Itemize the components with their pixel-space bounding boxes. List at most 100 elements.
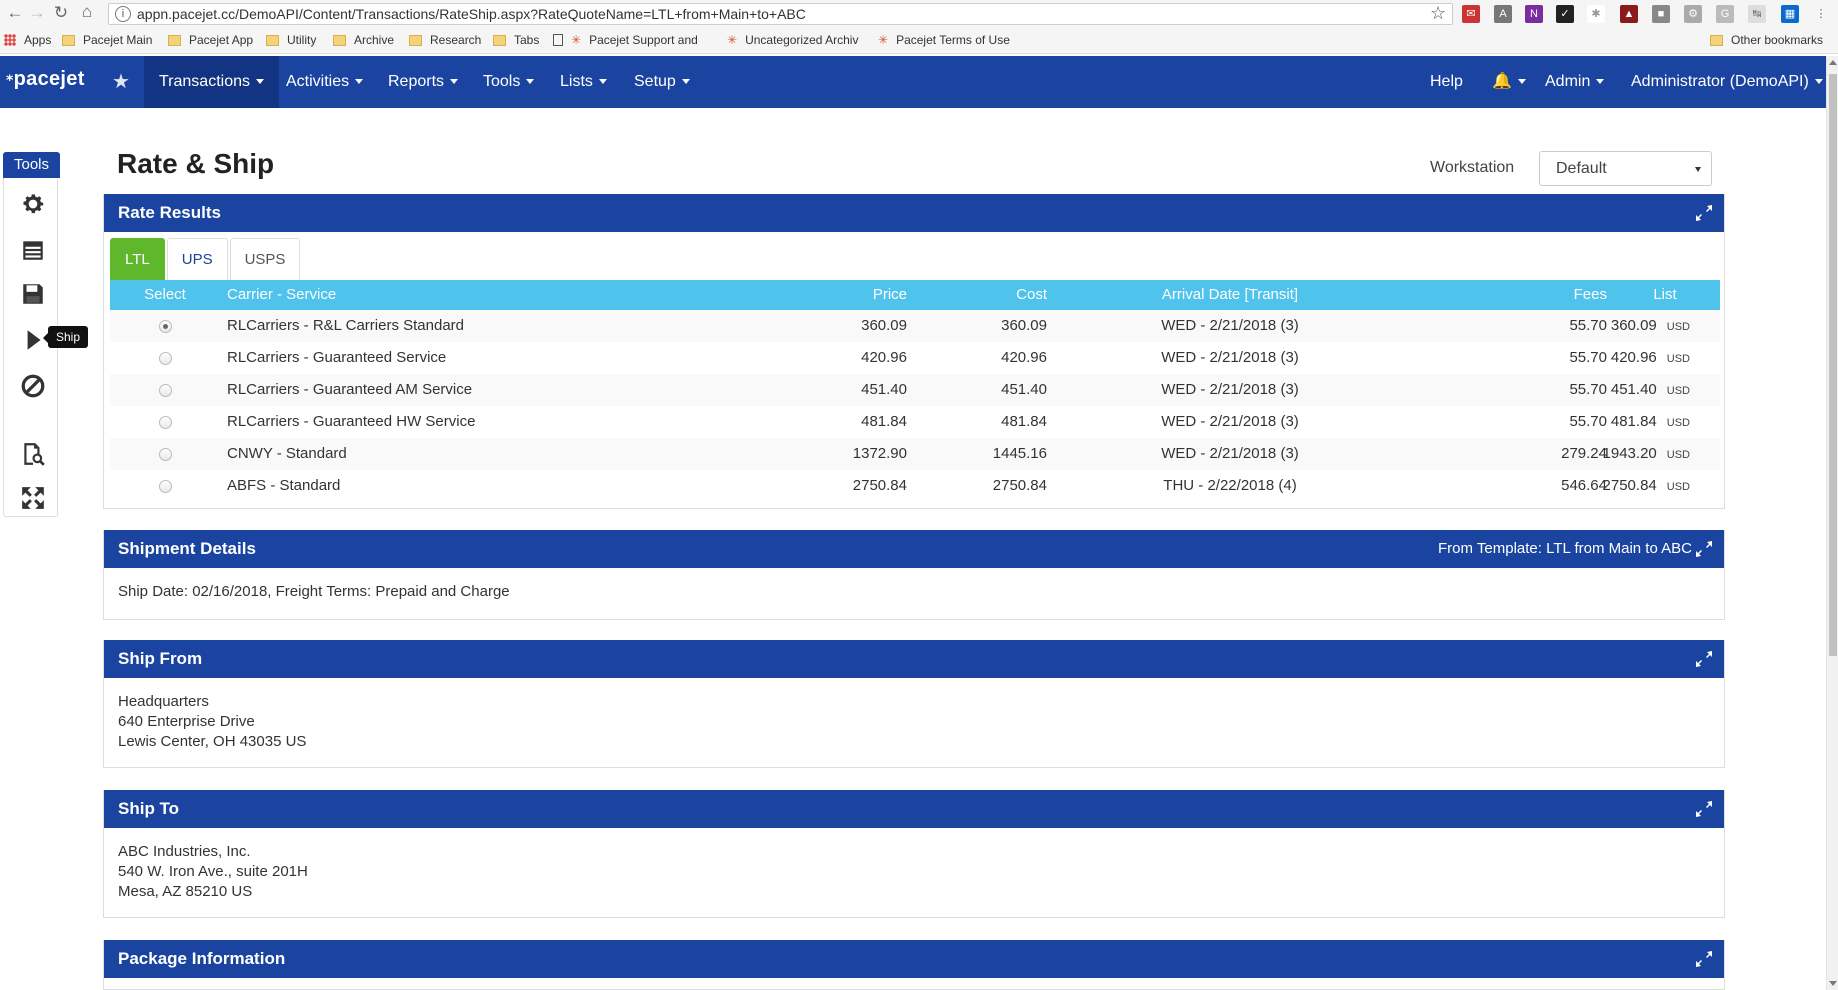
expand-icon[interactable] (1696, 541, 1712, 557)
list-value: 451.40 (1610, 381, 1657, 398)
caret-down-icon (681, 79, 690, 85)
column-header-select[interactable]: Select (130, 280, 200, 310)
expand-icon[interactable] (1696, 651, 1712, 667)
expand-icon[interactable] (1696, 951, 1712, 967)
select-radio[interactable] (159, 448, 172, 461)
cost-cell: 451.40 (1001, 381, 1047, 398)
select-radio[interactable] (159, 416, 172, 429)
extension-icon[interactable]: ▦ (1781, 5, 1799, 23)
bookmark-uncategorized[interactable]: ✳ Uncategorized Archiv (727, 33, 858, 47)
column-header-arrival[interactable]: Arrival Date [Transit] (1130, 280, 1330, 310)
column-header-carrier[interactable]: Carrier - Service (227, 280, 336, 310)
menu-transactions[interactable]: Transactions (144, 56, 279, 108)
column-header-fees[interactable]: Fees (1490, 280, 1607, 310)
caret-down-icon (1814, 79, 1823, 85)
select-radio[interactable] (159, 384, 172, 397)
select-radio[interactable] (159, 480, 172, 493)
apps-icon (4, 34, 16, 46)
tab-ups[interactable]: UPS (166, 238, 228, 280)
menu-reports[interactable]: Reports (373, 56, 473, 108)
bookmark-pacejet-support[interactable]: ✳ Pacejet Support and (553, 33, 698, 47)
rate-results-title: Rate Results (118, 203, 221, 222)
ship-from-address: Headquarters 640 Enterprise Drive Lewis … (104, 678, 1724, 766)
expand-icon[interactable] (1696, 801, 1712, 817)
bookmark-other[interactable]: Other bookmarks (1710, 33, 1823, 47)
arrival-cell: WED - 2/21/2018 (3) (1161, 445, 1299, 462)
url-text: appn.pacejet.cc/DemoAPI/Content/Transact… (137, 6, 806, 22)
extension-icon[interactable]: ■ (1652, 5, 1670, 23)
document-search-icon[interactable] (20, 441, 46, 467)
table-row[interactable]: RLCarriers - Guaranteed Service 420.96 420… (110, 342, 1720, 374)
column-header-cost[interactable]: Cost (930, 280, 1047, 310)
scroll-down-icon[interactable] (1829, 981, 1837, 986)
folder-icon (1710, 34, 1723, 46)
bookmarks-bar: Apps Pacejet Main Pacejet App Utility Ar… (0, 28, 1838, 54)
bookmark-pacejet-main[interactable]: Pacejet Main (62, 33, 152, 47)
list-value: 1943.20 (1602, 445, 1657, 462)
extension-icon[interactable]: ✱ (1587, 5, 1605, 23)
fullscreen-icon[interactable] (20, 485, 46, 511)
info-icon[interactable]: i (115, 6, 131, 22)
menu-admin[interactable]: Admin (1530, 56, 1619, 108)
tab-ltl[interactable]: LTL (110, 238, 165, 280)
extension-icon[interactable]: A (1494, 5, 1512, 23)
expand-icon[interactable] (1696, 205, 1712, 221)
caret-down-icon (355, 79, 364, 85)
workstation-select[interactable]: Default (1539, 151, 1712, 186)
extension-icon[interactable]: ✓ (1556, 5, 1574, 23)
rate-results-panel: Rate Results LTL UPS USPS Select Carrier… (103, 194, 1725, 509)
table-row[interactable]: RLCarriers - Guaranteed HW Service 481.84… (110, 406, 1720, 438)
pacejet-logo[interactable]: ⁎pacejet (6, 68, 85, 91)
carrier-tabs: LTL UPS USPS (110, 238, 302, 280)
caret-down-icon (450, 79, 459, 85)
calendar-icon[interactable] (20, 237, 46, 263)
menu-activities[interactable]: Activities (271, 56, 378, 108)
bookmark-tabs[interactable]: Tabs (493, 33, 539, 47)
menu-lists[interactable]: Lists (545, 56, 622, 108)
select-radio[interactable] (159, 320, 172, 333)
extension-icon[interactable]: N (1525, 5, 1543, 23)
menu-tools[interactable]: Tools (468, 56, 549, 108)
address-line: 640 Enterprise Drive (118, 713, 255, 730)
extension-icon[interactable]: G (1716, 5, 1734, 23)
currency-label: USD (1666, 321, 1690, 333)
home-icon[interactable]: ⌂ (72, 2, 102, 22)
pacejet-favicon-icon: ✳ (878, 33, 889, 47)
bookmark-star-icon[interactable]: ☆ (1430, 3, 1446, 24)
extension-icon[interactable]: ↹ (1748, 5, 1766, 23)
column-header-list[interactable]: List (1630, 280, 1700, 310)
currency-label: USD (1666, 449, 1690, 461)
cancel-icon[interactable] (20, 373, 46, 399)
menu-user[interactable]: Administrator (DemoAPI) (1616, 56, 1838, 108)
menu-icon[interactable]: ⋮ (1812, 5, 1830, 23)
gear-icon[interactable] (20, 191, 46, 217)
folder-icon (62, 34, 75, 46)
table-row[interactable]: ABFS - Standard 2750.84 2750.84 THU - 2/22/… (110, 470, 1720, 502)
save-icon[interactable] (20, 281, 46, 307)
table-row[interactable]: RLCarriers - Guaranteed AM Service 451.40… (110, 374, 1720, 406)
menu-help[interactable]: Help (1415, 56, 1478, 108)
cost-cell: 1445.16 (992, 445, 1047, 462)
select-radio[interactable] (159, 352, 172, 365)
column-header-price[interactable]: Price (790, 280, 907, 310)
ship-from-panel: Ship From Headquarters 640 Enterprise Dr… (103, 640, 1725, 768)
extension-icon[interactable]: ▲ (1620, 5, 1638, 23)
tab-usps[interactable]: USPS (229, 238, 301, 280)
bookmark-pacejet-app[interactable]: Pacejet App (168, 33, 253, 47)
shipment-details-panel: Shipment Details From Template: LTL from… (103, 530, 1725, 620)
extension-icon[interactable]: ⚙ (1684, 5, 1702, 23)
scroll-up-icon[interactable] (1829, 60, 1837, 65)
address-bar[interactable]: i appn.pacejet.cc/DemoAPI/Content/Transa… (108, 3, 1453, 25)
scrollbar-thumb[interactable] (1829, 74, 1837, 656)
bookmark-utility[interactable]: Utility (266, 33, 316, 47)
bookmark-apps[interactable]: Apps (4, 33, 51, 47)
bookmark-archive[interactable]: Archive (333, 33, 394, 47)
bookmark-research[interactable]: Research (409, 33, 481, 47)
table-row[interactable]: RLCarriers - R&L Carriers Standard 360.09… (110, 310, 1720, 342)
extension-icon[interactable]: ✉ (1462, 5, 1480, 23)
bookmark-terms[interactable]: ✳ Pacejet Terms of Use (878, 33, 1010, 47)
table-row[interactable]: CNWY - Standard 1372.90 1445.16 WED - 2/21/… (110, 438, 1720, 470)
favorites-star-icon[interactable]: ★ (112, 69, 130, 94)
menu-setup[interactable]: Setup (619, 56, 705, 108)
page-scrollbar[interactable] (1826, 56, 1838, 990)
